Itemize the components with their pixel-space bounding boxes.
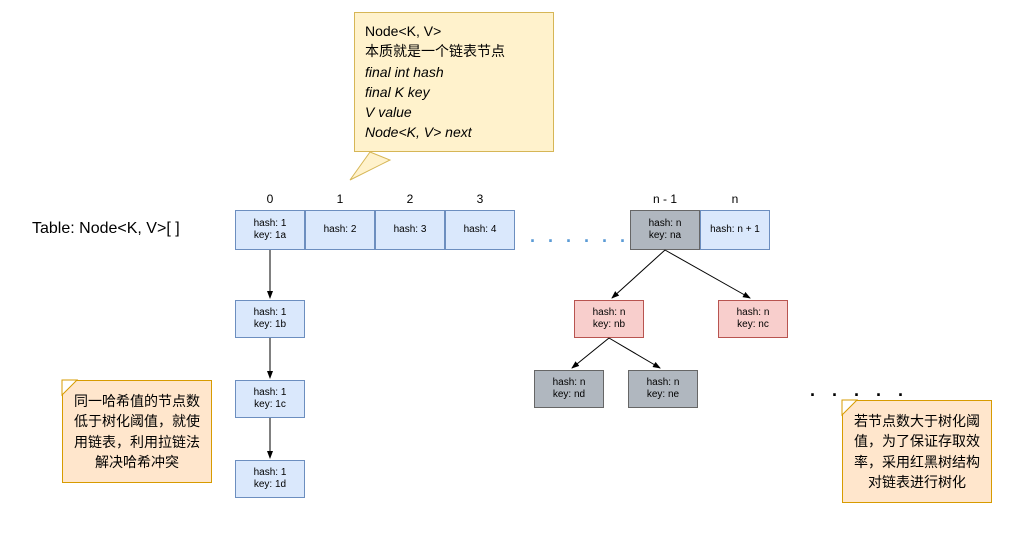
- tree-node-lr-hash: hash: n: [647, 377, 680, 389]
- index-1: 1: [305, 192, 375, 206]
- index-0: 0: [235, 192, 305, 206]
- index-n1: n - 1: [630, 192, 700, 206]
- tree-node-ll: hash: n key: nd: [534, 370, 604, 408]
- bucket-0: hash: 1 key: 1a: [235, 210, 305, 250]
- bucket-n-hash: hash: n + 1: [710, 224, 760, 236]
- tree-node-left-hash: hash: n: [593, 307, 626, 319]
- tree-node-ll-hash: hash: n: [553, 377, 586, 389]
- callout-field-next: Node<K, V> next: [365, 122, 543, 142]
- bucket-n: hash: n + 1: [700, 210, 770, 250]
- tree-arrow-root-right: [665, 250, 750, 298]
- linked-list-note: 同一哈希值的节点数低于树化阈值，就使用链表，利用拉链法解决哈希冲突: [62, 380, 212, 483]
- table-row-left: hash: 1 key: 1a hash: 2 hash: 3 hash: 4: [235, 210, 515, 250]
- ellipsis-tree: . . . . .: [810, 380, 909, 401]
- chain-node-2-hash: hash: 1: [254, 387, 287, 399]
- callout-sub: 本质就是一个链表节点: [365, 41, 543, 61]
- tree-node-ll-key: key: nd: [553, 389, 585, 401]
- chain-node-3-key: key: 1d: [254, 479, 286, 491]
- bucket-2: hash: 3: [375, 210, 445, 250]
- table-label: Table: Node<K, V>[ ]: [32, 220, 180, 238]
- callout-title: Node<K, V>: [365, 21, 543, 41]
- callout-field-value: V value: [365, 102, 543, 122]
- bucket-0-key: key: 1a: [254, 230, 286, 242]
- chain-node-3: hash: 1 key: 1d: [235, 460, 305, 498]
- index-3: 3: [445, 192, 515, 206]
- bucket-0-hash: hash: 1: [254, 218, 287, 230]
- tree-node-right: hash: n key: nc: [718, 300, 788, 338]
- tree-node-right-hash: hash: n: [737, 307, 770, 319]
- chain-node-1-key: key: 1b: [254, 319, 286, 331]
- tree-node-lr: hash: n key: ne: [628, 370, 698, 408]
- bucket-n-1-key: key: na: [649, 230, 681, 242]
- tree-node-lr-key: key: ne: [647, 389, 679, 401]
- tree-arrow-l-ll: [572, 338, 609, 368]
- table-row-right: hash: n key: na hash: n + 1: [630, 210, 770, 250]
- tree-arrow-root-left: [612, 250, 665, 298]
- chain-node-2: hash: 1 key: 1c: [235, 380, 305, 418]
- bucket-1-hash: hash: 2: [324, 224, 357, 236]
- chain-node-3-hash: hash: 1: [254, 467, 287, 479]
- callout-tail-icon: [350, 152, 390, 180]
- bucket-1: hash: 2: [305, 210, 375, 250]
- bucket-2-hash: hash: 3: [394, 224, 427, 236]
- bucket-3-hash: hash: 4: [464, 224, 497, 236]
- bucket-n-1-hash: hash: n: [649, 218, 682, 230]
- index-2: 2: [375, 192, 445, 206]
- tree-arrow-l-lr: [609, 338, 660, 368]
- chain-node-1: hash: 1 key: 1b: [235, 300, 305, 338]
- chain-node-2-key: key: 1c: [254, 399, 286, 411]
- bucket-n-1: hash: n key: na: [630, 210, 700, 250]
- index-n: n: [700, 192, 770, 206]
- chain-node-1-hash: hash: 1: [254, 307, 287, 319]
- tree-node-left-key: key: nb: [593, 319, 625, 331]
- callout-field-key: final K key: [365, 82, 543, 102]
- node-definition-callout: Node<K, V> 本质就是一个链表节点 final int hash fin…: [354, 12, 554, 152]
- ellipsis-buckets: . . . . . .: [530, 226, 629, 247]
- callout-field-hash: final int hash: [365, 62, 543, 82]
- tree-node-right-key: key: nc: [737, 319, 769, 331]
- bucket-3: hash: 4: [445, 210, 515, 250]
- tree-note: 若节点数大于树化阈值，为了保证存取效率，采用红黑树结构对链表进行树化: [842, 400, 992, 503]
- tree-node-left: hash: n key: nb: [574, 300, 644, 338]
